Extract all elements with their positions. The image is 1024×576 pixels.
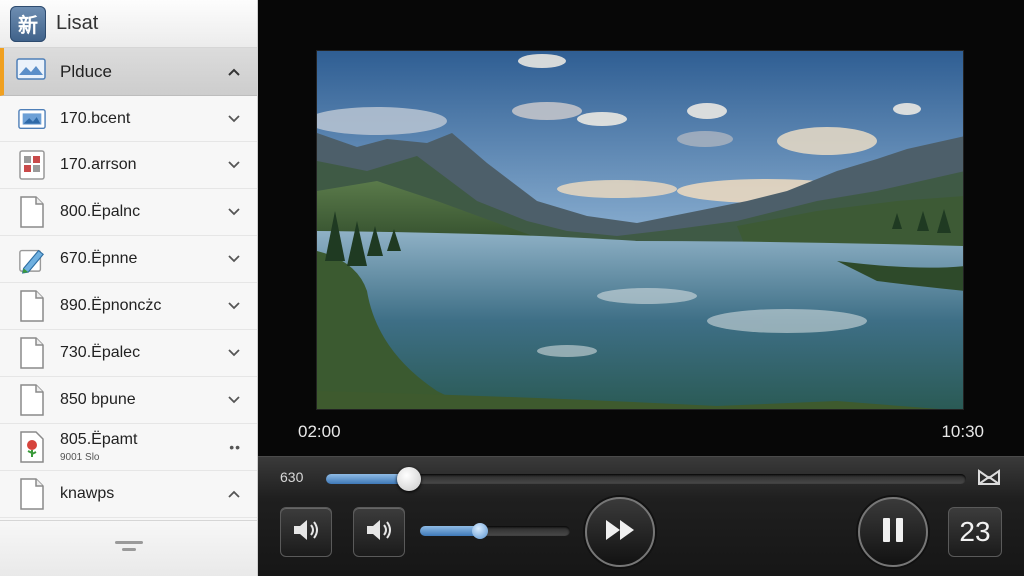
landscape-icon <box>16 58 46 85</box>
current-time: 02:00 <box>298 422 341 441</box>
sidebar-file-item[interactable]: 805.Ëpamt 9001 Slo •• <box>0 424 257 471</box>
app-title: Lisat <box>56 12 99 34</box>
file-name: 670.Ëpnne <box>60 250 138 268</box>
sidebar-file-item[interactable]: knawps <box>0 471 257 518</box>
file-name: 800.Ëpalnc <box>60 203 141 221</box>
sidebar-file-item[interactable]: 890.Ëpnoncżc <box>0 283 257 330</box>
sidebar-file-item[interactable]: 170.bcent <box>0 96 257 142</box>
counter-button[interactable]: 23 <box>948 507 1002 557</box>
sidebar-file-item[interactable]: 850 bpune <box>0 377 257 424</box>
pencil-file-icon <box>18 244 46 274</box>
seek-label: 630 <box>280 469 304 485</box>
file-name: 890.Ëpnoncżc <box>60 297 162 315</box>
video-frame[interactable] <box>316 50 964 410</box>
volume-button[interactable] <box>353 507 405 557</box>
document-icon <box>18 290 46 322</box>
mountain-lake-video <box>317 51 963 409</box>
puzzle-file-icon <box>18 150 46 180</box>
file-name: 170.bcent <box>60 109 131 127</box>
chevron-down-icon[interactable] <box>227 112 241 126</box>
sidebar-footer <box>0 520 257 576</box>
control-bar: 630 23 <box>258 456 1024 576</box>
flower-file-icon <box>18 431 46 463</box>
speaker-icon <box>291 517 321 548</box>
image-file-icon <box>18 104 46 134</box>
total-time: 10:30 <box>941 422 984 441</box>
drag-handle-icon[interactable] <box>113 539 145 558</box>
chevron-up-icon[interactable] <box>227 487 241 501</box>
section-label: Plduce <box>60 61 112 81</box>
chevron-down-icon[interactable] <box>227 252 241 266</box>
volume-icon <box>364 517 394 548</box>
cast-icon[interactable] <box>976 467 1002 489</box>
seek-bar[interactable] <box>326 467 966 491</box>
more-options-icon[interactable]: •• <box>229 439 241 455</box>
fast-forward-icon <box>603 517 637 548</box>
section-header[interactable]: Plduce <box>0 48 257 96</box>
file-name: 730.Ëpalec <box>60 344 141 362</box>
file-sidebar: 新 Lisat Plduce 170.bcent 170.arrson 800.Ëp… <box>0 0 258 576</box>
sidebar-file-item[interactable]: 730.Ëpalec <box>0 330 257 377</box>
chevron-down-icon[interactable] <box>227 346 241 360</box>
document-icon <box>18 196 46 228</box>
fast-forward-button[interactable] <box>585 497 655 567</box>
document-icon <box>18 384 46 416</box>
document-icon <box>18 337 46 369</box>
chevron-down-icon[interactable] <box>227 299 241 313</box>
app-logo-icon: 新 <box>10 5 46 42</box>
mute-button[interactable] <box>280 507 332 557</box>
sidebar-file-item[interactable]: 670.Ëpnne <box>0 236 257 283</box>
volume-handle[interactable] <box>472 523 488 539</box>
file-name: 170.arrson <box>60 156 137 174</box>
pause-button[interactable] <box>858 497 928 567</box>
pause-icon <box>880 516 906 549</box>
sidebar-file-item[interactable]: 800.Ëpalnc <box>0 189 257 236</box>
video-player: 02:00 10:30 630 23 <box>258 0 1024 576</box>
file-name: knawps <box>60 485 115 503</box>
file-subtitle: 9001 Slo <box>60 451 100 463</box>
chevron-down-icon[interactable] <box>227 158 241 172</box>
file-name: 805.Ëpamt <box>60 431 138 449</box>
chevron-down-icon[interactable] <box>227 393 241 407</box>
file-name: 850 bpune <box>60 391 136 409</box>
seek-handle[interactable] <box>397 467 422 491</box>
volume-fill <box>420 526 480 536</box>
volume-slider[interactable] <box>420 523 570 539</box>
sidebar-header: 新 Lisat <box>0 0 257 48</box>
sidebar-file-item[interactable]: 170.arrson <box>0 142 257 189</box>
document-icon <box>18 478 46 510</box>
chevron-up-icon[interactable] <box>227 65 241 79</box>
chevron-down-icon[interactable] <box>227 205 241 219</box>
